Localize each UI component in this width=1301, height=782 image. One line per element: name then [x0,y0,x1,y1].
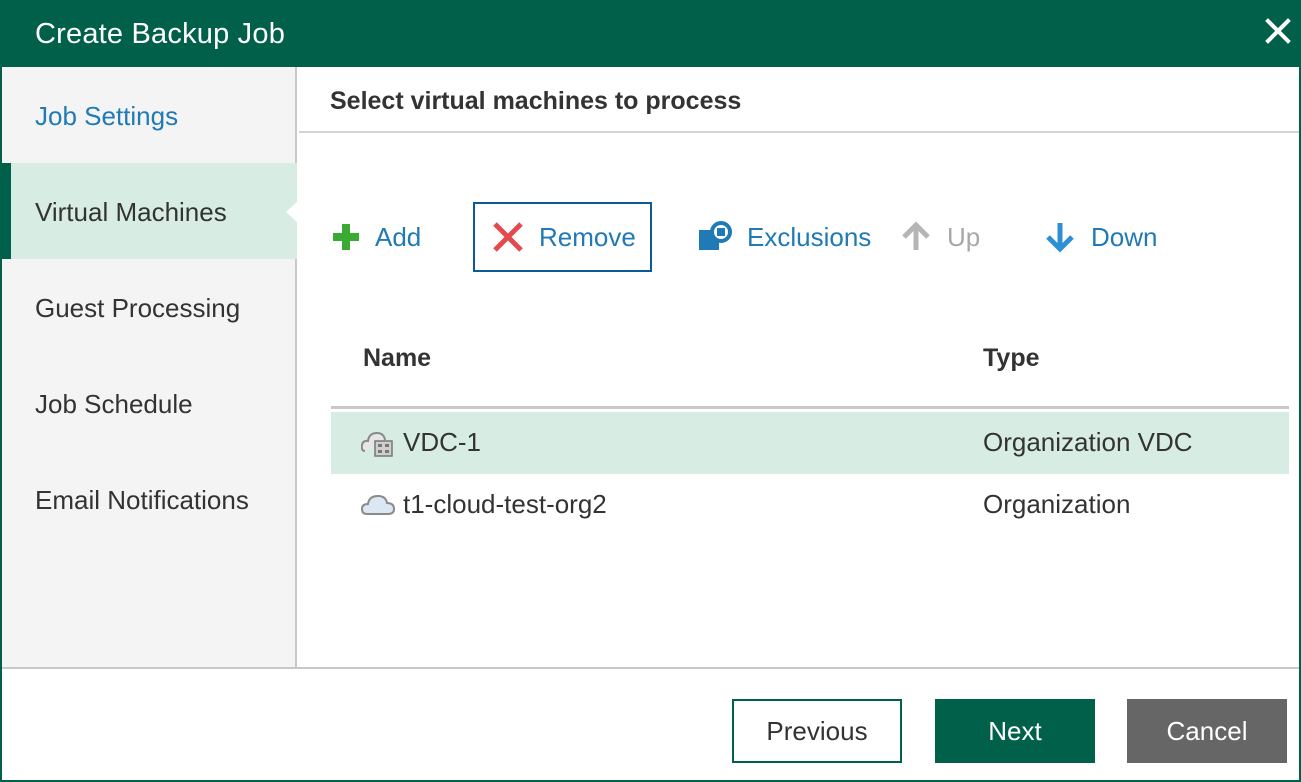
divider [299,131,1299,133]
step-label: Virtual Machines [35,197,227,227]
exclusions-label: Exclusions [747,221,872,252]
arrow-down-icon [1046,223,1074,253]
remove-x-icon [493,222,523,252]
create-backup-job-dialog: Create Backup Job Job Settings Virtual M… [0,0,1301,782]
down-button[interactable]: Down [1043,202,1157,272]
add-label: Add [375,221,422,252]
plus-icon [333,224,359,250]
table-row[interactable]: t1-cloud-test-org2 Organization [331,474,1289,536]
cloud-icon [361,494,395,515]
page-title: Select virtual machines to process [330,87,742,115]
up-label: Up [947,221,981,252]
step-email-notifications[interactable]: Email Notifications [2,451,295,547]
step-job-settings[interactable]: Job Settings [2,67,295,163]
up-button[interactable]: Up [899,202,980,272]
step-label: Email Notifications [35,485,249,515]
main-content: Select virtual machines to process Add R… [299,67,1299,667]
remove-button[interactable]: Remove [473,202,652,272]
table-header: Name Type [331,329,1289,409]
add-button[interactable]: Add [331,202,421,272]
row-type: Organization VDC [983,427,1193,457]
down-label: Down [1091,221,1158,252]
arrow-up-icon [902,221,930,250]
exclusions-button[interactable]: Exclusions [697,202,871,272]
row-name-cell: VDC-1 [361,427,481,458]
close-icon[interactable] [1261,14,1295,48]
step-virtual-machines[interactable]: Virtual Machines [2,163,299,259]
table-row[interactable]: VDC-1 Organization VDC [331,412,1289,474]
column-header-name[interactable]: Name [363,344,431,373]
dialog-footer: Previous Next Cancel [2,667,1299,780]
step-guest-processing[interactable]: Guest Processing [2,259,295,355]
step-label: Job Settings [35,101,179,131]
wizard-steps-sidebar: Job Settings Virtual Machines Guest Proc… [2,67,299,667]
remove-label: Remove [539,221,636,252]
next-button[interactable]: Next [935,699,1095,763]
previous-button[interactable]: Previous [732,699,902,763]
row-type: Organization [983,489,1131,519]
cancel-button[interactable]: Cancel [1127,699,1287,763]
step-label: Guest Processing [35,293,241,323]
step-job-schedule[interactable]: Job Schedule [2,355,295,451]
column-header-type[interactable]: Type [983,344,1040,373]
dialog-title: Create Backup Job [35,18,286,50]
vdc-icon [361,431,393,457]
row-name: VDC-1 [403,427,482,457]
row-name-cell: t1-cloud-test-org2 [361,489,607,520]
step-label: Job Schedule [35,389,193,419]
exclusions-icon [699,221,732,250]
row-name: t1-cloud-test-org2 [403,489,607,519]
title-bar: Create Backup Job [2,2,1299,67]
